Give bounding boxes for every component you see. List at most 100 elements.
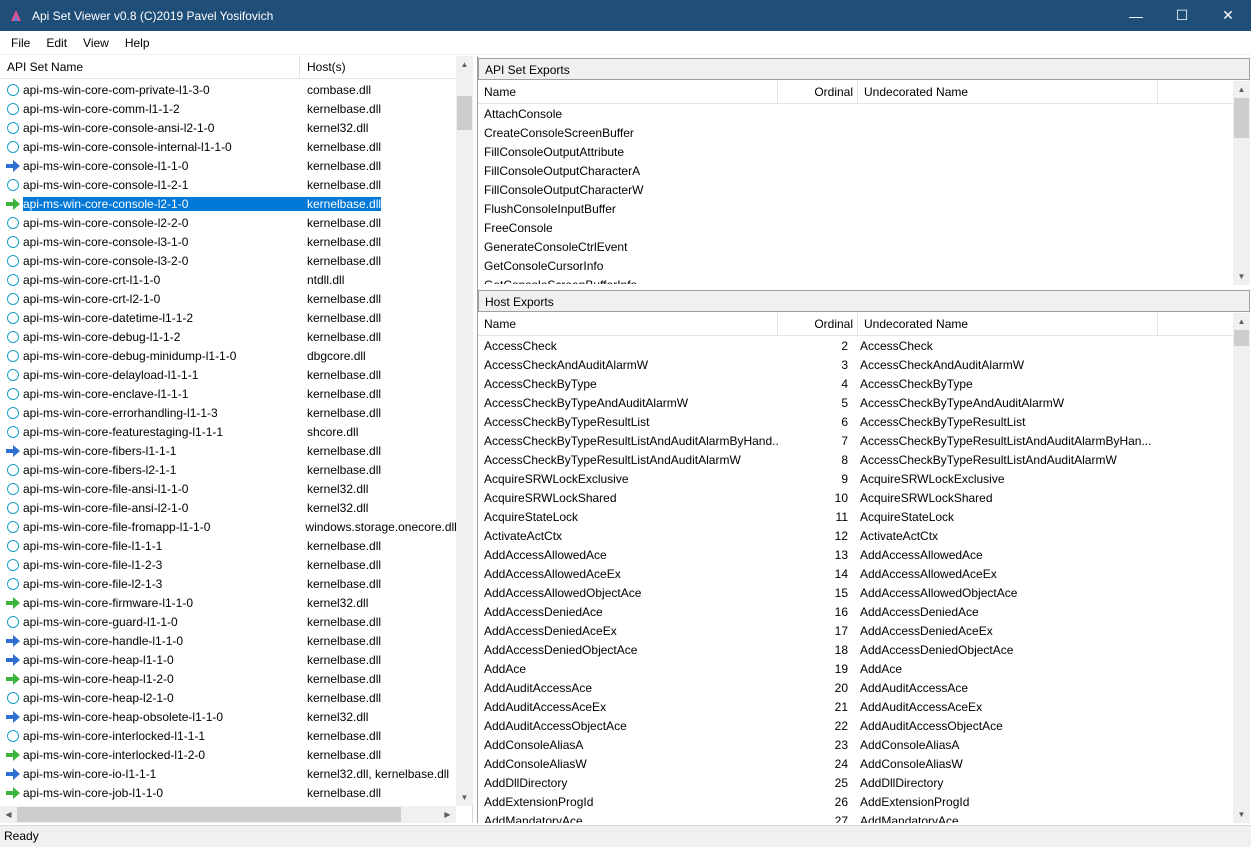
scroll-down-arrow-icon[interactable]: ▼ bbox=[456, 789, 473, 806]
host-export-row[interactable]: AccessCheck 2 AccessCheck bbox=[478, 336, 1233, 355]
column-header-ordinal[interactable]: Ordinal bbox=[778, 313, 858, 336]
menu-view[interactable]: View bbox=[75, 31, 117, 55]
api-set-row[interactable]: api-ms-win-core-errorhandling-l1-1-3 kern… bbox=[0, 403, 456, 422]
api-set-row[interactable]: api-ms-win-core-file-ansi-l2-1-0 kernel32… bbox=[0, 498, 456, 517]
scroll-up-arrow-icon[interactable]: ▲ bbox=[1233, 313, 1250, 330]
api-export-row[interactable]: GetConsoleScreenBufferInfo bbox=[478, 275, 1233, 285]
api-export-row[interactable]: FreeConsole bbox=[478, 218, 1233, 237]
host-export-row[interactable]: AddAuditAccessObjectAce 22 AddAuditAccessO… bbox=[478, 716, 1233, 735]
column-header-api-set-name[interactable]: API Set Name bbox=[0, 56, 300, 79]
api-set-row[interactable]: api-ms-win-core-console-internal-l1-1-0 k… bbox=[0, 137, 456, 156]
api-set-row[interactable]: api-ms-win-core-job-l1-1-0 kernelbase.dll bbox=[0, 783, 456, 802]
host-export-row[interactable]: AddMandatoryAce 27 AddMandatoryAce bbox=[478, 811, 1233, 824]
menu-edit[interactable]: Edit bbox=[38, 31, 75, 55]
api-set-row[interactable]: api-ms-win-core-heap-l2-1-0 kernelbase.dl… bbox=[0, 688, 456, 707]
api-set-row[interactable]: api-ms-win-core-featurestaging-l1-1-1 shc… bbox=[0, 422, 456, 441]
menu-file[interactable]: File bbox=[0, 31, 38, 55]
host-export-row[interactable]: AccessCheckAndAuditAlarmW 3 AccessCheckAnd… bbox=[478, 355, 1233, 374]
api-set-row[interactable]: api-ms-win-core-console-l1-1-0 kernelbase… bbox=[0, 156, 456, 175]
column-header-undecorated-name[interactable]: Undecorated Name bbox=[858, 81, 1158, 104]
api-set-row[interactable]: api-ms-win-core-handle-l1-1-0 kernelbase.… bbox=[0, 631, 456, 650]
api-set-row[interactable]: api-ms-win-core-comm-l1-1-2 kernelbase.dl… bbox=[0, 99, 456, 118]
scroll-left-arrow-icon[interactable]: ◀ bbox=[0, 806, 17, 823]
column-header-name[interactable]: Name bbox=[478, 81, 778, 104]
api-set-row[interactable]: api-ms-win-core-enclave-l1-1-1 kernelbase… bbox=[0, 384, 456, 403]
host-export-row[interactable]: AccessCheckByTypeResultList 6 AccessCheckB… bbox=[478, 412, 1233, 431]
scroll-down-arrow-icon[interactable]: ▼ bbox=[1233, 268, 1250, 285]
scroll-up-arrow-icon[interactable]: ▲ bbox=[456, 56, 473, 73]
menu-help[interactable]: Help bbox=[117, 31, 158, 55]
host-export-row[interactable]: AddAccessAllowedAceEx 14 AddAccessAllowedA… bbox=[478, 564, 1233, 583]
minimize-button[interactable]: — bbox=[1113, 0, 1159, 31]
api-set-row[interactable]: api-ms-win-core-file-fromapp-l1-1-0 windo… bbox=[0, 517, 456, 536]
host-export-row[interactable]: ActivateActCtx 12 ActivateActCtx bbox=[478, 526, 1233, 545]
api-set-row[interactable]: api-ms-win-core-file-l1-2-3 kernelbase.dl… bbox=[0, 555, 456, 574]
api-set-row[interactable]: api-ms-win-core-fibers-l2-1-1 kernelbase.… bbox=[0, 460, 456, 479]
api-set-row[interactable]: api-ms-win-core-firmware-l1-1-0 kernel32.… bbox=[0, 593, 456, 612]
host-export-row[interactable]: AcquireSRWLockExclusive 9 AcquireSRWLockEx… bbox=[478, 469, 1233, 488]
host-export-row[interactable]: AddAccessDeniedAceEx 17 AddAccessDeniedAce… bbox=[478, 621, 1233, 640]
api-set-row[interactable]: api-ms-win-core-console-l3-2-0 kernelbase… bbox=[0, 251, 456, 270]
column-header-hosts[interactable]: Host(s) bbox=[300, 56, 456, 79]
host-export-row[interactable]: AcquireStateLock 11 AcquireStateLock bbox=[478, 507, 1233, 526]
host-export-row[interactable]: AcquireSRWLockShared 10 AcquireSRWLockShar… bbox=[478, 488, 1233, 507]
host-export-row[interactable]: AddAuditAccessAceEx 21 AddAuditAccessAceEx bbox=[478, 697, 1233, 716]
close-button[interactable]: ✕ bbox=[1205, 0, 1251, 31]
api-export-row[interactable]: FillConsoleOutputCharacterA bbox=[478, 161, 1233, 180]
api-set-row[interactable]: api-ms-win-core-debug-minidump-l1-1-0 dbg… bbox=[0, 346, 456, 365]
api-set-row[interactable]: api-ms-win-core-file-ansi-l1-1-0 kernel32… bbox=[0, 479, 456, 498]
host-export-row[interactable]: AddAce 19 AddAce bbox=[478, 659, 1233, 678]
left-hscroll-thumb[interactable] bbox=[17, 807, 401, 822]
api-export-row[interactable]: GenerateConsoleCtrlEvent bbox=[478, 237, 1233, 256]
api-set-row[interactable]: api-ms-win-core-console-l3-1-0 kernelbase… bbox=[0, 232, 456, 251]
api-export-row[interactable]: FlushConsoleInputBuffer bbox=[478, 199, 1233, 218]
host-exports-vscroll-thumb[interactable] bbox=[1234, 330, 1249, 346]
host-export-row[interactable]: AddAccessDeniedObjectAce 18 AddAccessDenie… bbox=[478, 640, 1233, 659]
api-set-row[interactable]: api-ms-win-core-file-l2-1-3 kernelbase.dl… bbox=[0, 574, 456, 593]
column-header-ordinal[interactable]: Ordinal bbox=[778, 81, 858, 104]
api-set-row[interactable]: api-ms-win-core-console-ansi-l2-1-0 kerne… bbox=[0, 118, 456, 137]
left-vertical-scrollbar[interactable]: ▲ ▼ bbox=[456, 56, 473, 806]
api-set-row[interactable]: api-ms-win-core-guard-l1-1-0 kernelbase.d… bbox=[0, 612, 456, 631]
host-export-row[interactable]: AddExtensionProgId 26 AddExtensionProgId bbox=[478, 792, 1233, 811]
api-set-row[interactable]: api-ms-win-core-interlocked-l1-1-1 kernel… bbox=[0, 726, 456, 745]
api-set-row[interactable]: api-ms-win-core-heap-l1-1-0 kernelbase.dl… bbox=[0, 650, 456, 669]
host-export-row[interactable]: AddAccessAllowedAce 13 AddAccessAllowedAce bbox=[478, 545, 1233, 564]
api-set-row[interactable]: api-ms-win-core-heap-l1-2-0 kernelbase.dl… bbox=[0, 669, 456, 688]
host-export-row[interactable]: AccessCheckByTypeResultListAndAuditAlarm… bbox=[478, 450, 1233, 469]
host-exports-vertical-scrollbar[interactable]: ▲ ▼ bbox=[1233, 313, 1250, 823]
api-set-row-selected[interactable]: api-ms-win-core-console-l2-1-0 kernelbase… bbox=[0, 194, 456, 213]
api-export-row[interactable]: CreateConsoleScreenBuffer bbox=[478, 123, 1233, 142]
host-export-row[interactable]: AddAccessDeniedAce 16 AddAccessDeniedAce bbox=[478, 602, 1233, 621]
api-export-row[interactable]: FillConsoleOutputCharacterW bbox=[478, 180, 1233, 199]
scroll-right-arrow-icon[interactable]: ▶ bbox=[439, 806, 456, 823]
api-set-row[interactable]: api-ms-win-core-delayload-l1-1-1 kernelba… bbox=[0, 365, 456, 384]
api-set-row[interactable]: api-ms-win-core-com-private-l1-3-0 combas… bbox=[0, 80, 456, 99]
left-horizontal-scrollbar[interactable]: ◀ ▶ bbox=[0, 806, 456, 823]
maximize-button[interactable]: ☐ bbox=[1159, 0, 1205, 31]
api-set-row[interactable]: api-ms-win-core-crt-l2-1-0 kernelbase.dll bbox=[0, 289, 456, 308]
api-set-row[interactable]: api-ms-win-core-debug-l1-1-2 kernelbase.d… bbox=[0, 327, 456, 346]
host-export-row[interactable]: AddDllDirectory 25 AddDllDirectory bbox=[478, 773, 1233, 792]
host-export-row[interactable]: AddAccessAllowedObjectAce 15 AddAccessAllo… bbox=[478, 583, 1233, 602]
host-export-row[interactable]: AddConsoleAliasA 23 AddConsoleAliasA bbox=[478, 735, 1233, 754]
host-export-row[interactable]: AccessCheckByTypeAndAuditAlarmW 5 AccessCh… bbox=[478, 393, 1233, 412]
api-set-row[interactable]: api-ms-win-core-console-l1-2-1 kernelbase… bbox=[0, 175, 456, 194]
api-set-row[interactable]: api-ms-win-core-interlocked-l1-2-0 kernel… bbox=[0, 745, 456, 764]
scroll-up-arrow-icon[interactable]: ▲ bbox=[1233, 81, 1250, 98]
api-set-row[interactable]: api-ms-win-core-heap-obsolete-l1-1-0 kern… bbox=[0, 707, 456, 726]
api-set-row[interactable]: api-ms-win-core-console-l2-2-0 kernelbase… bbox=[0, 213, 456, 232]
left-vscroll-thumb[interactable] bbox=[457, 96, 472, 130]
api-set-row[interactable]: api-ms-win-core-io-l1-1-1 kernel32.dll, k… bbox=[0, 764, 456, 783]
column-header-undecorated-name[interactable]: Undecorated Name bbox=[858, 313, 1158, 336]
api-set-row[interactable]: api-ms-win-core-crt-l1-1-0 ntdll.dll bbox=[0, 270, 456, 289]
host-export-row[interactable]: AccessCheckByTypeResultListAndAuditAlarm… bbox=[478, 431, 1233, 450]
api-set-row[interactable]: api-ms-win-core-datetime-l1-1-2 kernelbas… bbox=[0, 308, 456, 327]
host-export-row[interactable]: AccessCheckByType 4 AccessCheckByType bbox=[478, 374, 1233, 393]
host-export-row[interactable]: AddConsoleAliasW 24 AddConsoleAliasW bbox=[478, 754, 1233, 773]
api-set-row[interactable]: api-ms-win-core-fibers-l1-1-1 kernelbase.… bbox=[0, 441, 456, 460]
api-exports-vscroll-thumb[interactable] bbox=[1234, 98, 1249, 138]
api-set-row[interactable]: api-ms-win-core-file-l1-1-1 kernelbase.dl… bbox=[0, 536, 456, 555]
api-export-row[interactable]: FillConsoleOutputAttribute bbox=[478, 142, 1233, 161]
host-export-row[interactable]: AddAuditAccessAce 20 AddAuditAccessAce bbox=[478, 678, 1233, 697]
